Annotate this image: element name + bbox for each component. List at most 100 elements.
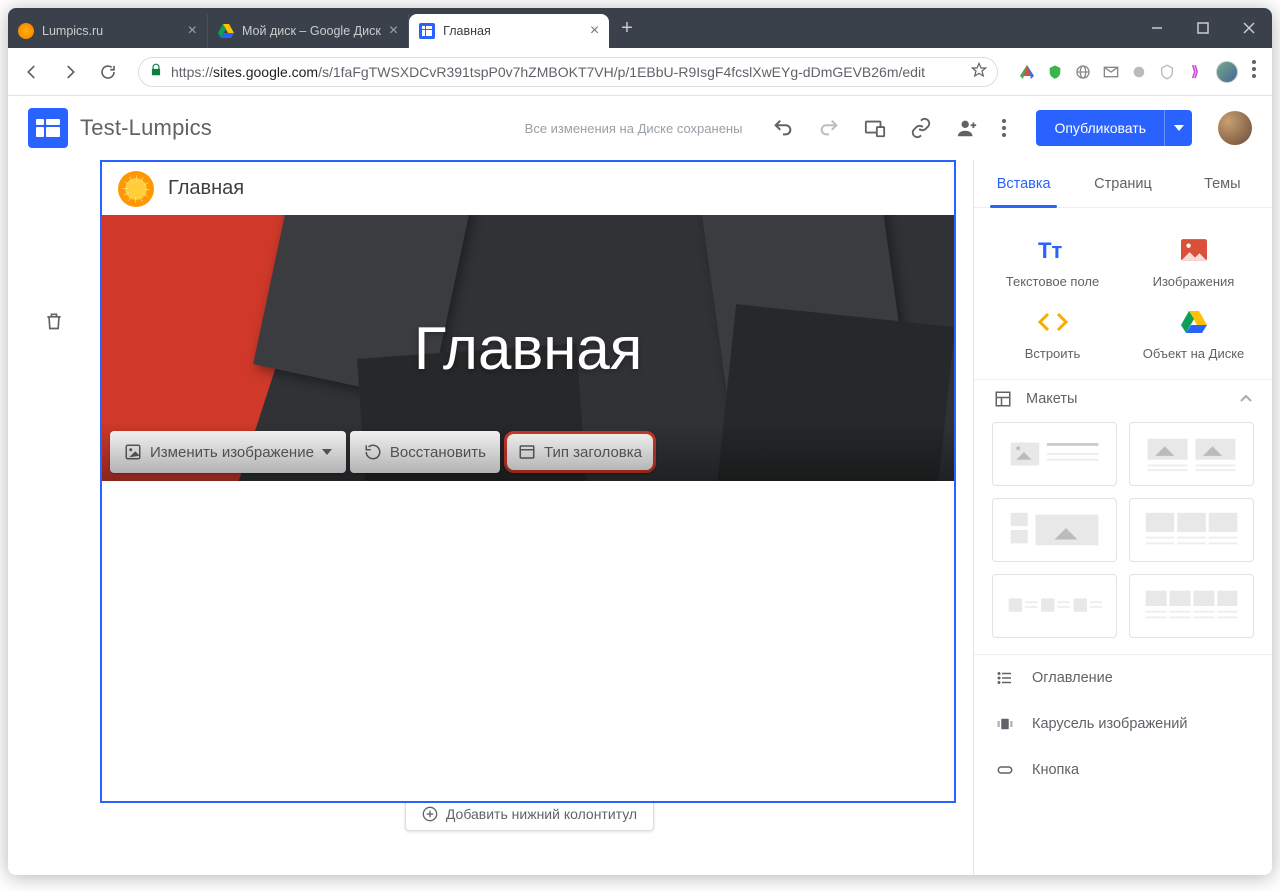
- drive-icon: [218, 23, 234, 39]
- link-icon[interactable]: [910, 117, 932, 139]
- ext-icon-4[interactable]: [1102, 63, 1120, 81]
- browser-menu-button[interactable]: [1244, 60, 1264, 83]
- insert-carousel[interactable]: Карусель изображений: [974, 701, 1272, 747]
- tab-insert[interactable]: Вставка: [974, 160, 1073, 207]
- browser-window: Lumpics.ru × Мой диск – Google Диск × Гл…: [8, 8, 1272, 875]
- hero-toolbar: Изменить изображение Восстановить Тип за…: [110, 431, 656, 473]
- close-window-button[interactable]: [1226, 8, 1272, 48]
- header-type-button[interactable]: Тип заголовка: [504, 431, 656, 473]
- layout-2[interactable]: [1129, 422, 1254, 486]
- insert-text-box[interactable]: Тт Текстовое поле: [982, 226, 1123, 298]
- more-icon[interactable]: [1002, 119, 1006, 137]
- tab-themes[interactable]: Темы: [1173, 160, 1272, 207]
- layouts-header[interactable]: Макеты: [974, 379, 1272, 418]
- right-panel: Вставка Страниц Темы Тт Текстовое поле И…: [973, 160, 1272, 875]
- close-icon[interactable]: ×: [188, 22, 197, 40]
- lock-icon: [149, 63, 163, 80]
- insert-button[interactable]: Кнопка: [974, 747, 1272, 793]
- tab-sites-active[interactable]: Главная ×: [409, 14, 609, 48]
- account-avatar[interactable]: [1218, 111, 1252, 145]
- layout-6[interactable]: [1129, 574, 1254, 638]
- ext-icon-2[interactable]: [1046, 63, 1064, 81]
- restore-icon: [364, 443, 382, 461]
- layout-1[interactable]: [992, 422, 1117, 486]
- close-icon[interactable]: ×: [389, 22, 398, 40]
- panel-tabs: Вставка Страниц Темы: [974, 160, 1272, 208]
- add-person-icon[interactable]: [956, 117, 978, 139]
- restore-button[interactable]: Восстановить: [350, 431, 500, 473]
- back-button[interactable]: [16, 56, 48, 88]
- hero-title[interactable]: Главная: [102, 215, 954, 481]
- ext-icon-1[interactable]: [1018, 63, 1036, 81]
- new-tab-button[interactable]: +: [609, 17, 645, 40]
- svg-text:Тт: Тт: [1038, 238, 1062, 262]
- toc-icon: [996, 669, 1014, 687]
- delete-section-button[interactable]: [44, 310, 64, 875]
- layout-4[interactable]: [1129, 498, 1254, 562]
- editor-column: Главная Главная Изменить изображение: [8, 160, 973, 875]
- page-logo-icon: [118, 171, 154, 207]
- carousel-icon: [996, 715, 1014, 733]
- hero-section[interactable]: Главная Изменить изображение Восстановит…: [102, 215, 954, 481]
- site-title[interactable]: Test-Lumpics: [80, 115, 212, 141]
- ext-icon-5[interactable]: [1130, 63, 1148, 81]
- ext-icon-7[interactable]: ⟫: [1186, 63, 1204, 81]
- tab-title: Lumpics.ru: [42, 24, 180, 38]
- extension-icons: ⟫: [1012, 63, 1210, 81]
- close-icon[interactable]: ×: [590, 22, 599, 40]
- reload-button[interactable]: [92, 56, 124, 88]
- minimize-button[interactable]: [1134, 8, 1180, 48]
- preview-icon[interactable]: [864, 117, 886, 139]
- image-icon: [1178, 234, 1210, 266]
- redo-icon[interactable]: [818, 117, 840, 139]
- toolbar-icons: [772, 117, 1006, 139]
- add-footer-label: Добавить нижний колонтитул: [446, 806, 637, 822]
- tab-drive[interactable]: Мой диск – Google Диск ×: [208, 14, 409, 48]
- page-header-title[interactable]: Главная: [168, 177, 244, 200]
- save-status: Все изменения на Диске сохранены: [525, 121, 743, 136]
- insert-toc[interactable]: Оглавление: [974, 655, 1272, 701]
- page-header-bar[interactable]: Главная: [102, 162, 954, 215]
- layouts-grid: [974, 418, 1272, 654]
- header-type-label: Тип заголовка: [544, 444, 642, 461]
- restore-label: Восстановить: [390, 444, 486, 461]
- header-type-icon: [518, 443, 536, 461]
- layout-3[interactable]: [992, 498, 1117, 562]
- window-controls: [1134, 8, 1272, 48]
- change-image-label: Изменить изображение: [150, 444, 314, 461]
- text-icon: Тт: [1037, 234, 1069, 266]
- ext-icon-3[interactable]: [1074, 63, 1092, 81]
- insert-drive[interactable]: Объект на Диске: [1123, 298, 1264, 370]
- ext-icon-6[interactable]: [1158, 63, 1176, 81]
- publish-dropdown[interactable]: [1164, 110, 1192, 146]
- tab-title: Мой диск – Google Диск: [242, 24, 381, 38]
- layout-5[interactable]: [992, 574, 1117, 638]
- undo-icon[interactable]: [772, 117, 794, 139]
- change-image-button[interactable]: Изменить изображение: [110, 431, 346, 473]
- url-bar: https://sites.google.com/s/1faFgTWSXDCvR…: [8, 48, 1272, 96]
- canvas-body[interactable]: [102, 481, 954, 801]
- insert-grid: Тт Текстовое поле Изображения Встроить О…: [974, 208, 1272, 379]
- profile-avatar-small[interactable]: [1216, 61, 1238, 83]
- publish-button[interactable]: Опубликовать: [1036, 110, 1164, 146]
- editor-gutter: [8, 160, 100, 875]
- tab-title: Главная: [443, 24, 582, 38]
- maximize-button[interactable]: [1180, 8, 1226, 48]
- orange-icon: [18, 23, 34, 39]
- image-icon: [124, 443, 142, 461]
- sites-icon: [419, 23, 435, 39]
- insert-images[interactable]: Изображения: [1123, 226, 1264, 298]
- bookmark-icon[interactable]: [971, 62, 987, 81]
- tab-lumpics[interactable]: Lumpics.ru ×: [8, 14, 208, 48]
- sites-logo-icon[interactable]: [28, 108, 68, 148]
- insert-embed[interactable]: Встроить: [982, 298, 1123, 370]
- url-text: https://sites.google.com/s/1faFgTWSXDCvR…: [171, 64, 963, 80]
- main-area: Главная Главная Изменить изображение: [8, 160, 1272, 875]
- insert-list: Оглавление Карусель изображений Кнопка: [974, 654, 1272, 793]
- embed-icon: [1037, 306, 1069, 338]
- canvas-wrap: Главная Главная Изменить изображение: [100, 160, 973, 875]
- forward-button[interactable]: [54, 56, 86, 88]
- tab-pages[interactable]: Страниц: [1073, 160, 1172, 207]
- address-bar[interactable]: https://sites.google.com/s/1faFgTWSXDCvR…: [138, 57, 998, 87]
- page-canvas[interactable]: Главная Главная Изменить изображение: [100, 160, 956, 803]
